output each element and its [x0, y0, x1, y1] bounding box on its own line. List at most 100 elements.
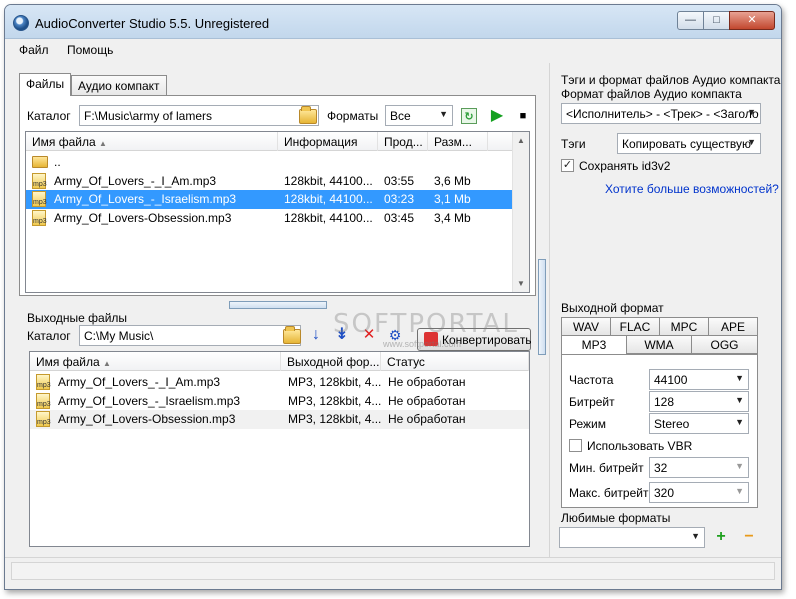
source-list-header: Имя файла ▲ Информация Прод... Разм...: [26, 132, 529, 151]
bitrate-value: 128: [654, 395, 675, 409]
menu-file[interactable]: Файл: [19, 43, 49, 57]
title-bar[interactable]: AudioConverter Studio 5.5. Unregistered …: [5, 5, 781, 39]
tab-mp3[interactable]: MP3: [561, 335, 627, 355]
bitrate-select[interactable]: 128 ▼: [649, 391, 749, 412]
frequency-select[interactable]: 44100 ▼: [649, 369, 749, 390]
max-bitrate-value: 320: [654, 486, 675, 500]
cell-status: Не обработан: [388, 412, 466, 426]
cell-status: Не обработан: [388, 375, 466, 389]
col-output-format[interactable]: Выходной фор...: [281, 352, 381, 371]
cell-info: 128kbit, 44100...: [284, 174, 373, 188]
filename-pattern-select[interactable]: <Исполнитель> - <Трек> - <Заголо ▼: [561, 103, 761, 124]
close-button[interactable]: ✕: [729, 11, 775, 30]
favorite-formats-select[interactable]: ▼: [559, 527, 705, 548]
stop-icon[interactable]: ■: [515, 108, 531, 124]
use-vbr-label: Использовать VBR: [587, 439, 693, 453]
cell-format: MP3, 128kbit, 4...: [288, 412, 382, 426]
frequency-label: Частота: [569, 373, 614, 387]
table-row[interactable]: mp3 Army_Of_Lovers_-_Israelism.mp3 MP3, …: [30, 392, 529, 411]
tab-wma[interactable]: WMA: [626, 335, 692, 354]
col-output-filename-label: Имя файла: [36, 355, 100, 369]
table-row[interactable]: mp3 Army_Of_Lovers-Obsession.mp3 MP3, 12…: [30, 410, 529, 429]
table-row[interactable]: mp3 Army_Of_Lovers_-_I_Am.mp3 MP3, 128kb…: [30, 373, 529, 392]
folder-icon: [32, 156, 48, 168]
tab-flac[interactable]: FLAC: [610, 317, 660, 336]
chevron-down-icon: ▼: [747, 137, 756, 147]
scroll-up-icon[interactable]: ▲: [517, 136, 525, 145]
source-file-list[interactable]: Имя файла ▲ Информация Прод... Разм... .…: [25, 131, 530, 293]
min-bitrate-select[interactable]: 32 ▼: [649, 457, 749, 478]
remove-favorite-icon[interactable]: −: [741, 529, 757, 545]
scroll-down-icon[interactable]: ▼: [517, 279, 525, 288]
max-bitrate-select[interactable]: 320 ▼: [649, 482, 749, 503]
mp3-file-icon: mp3: [32, 173, 47, 189]
vertical-splitter-handle[interactable]: [538, 259, 546, 355]
horizontal-splitter-handle[interactable]: [229, 301, 327, 309]
tab-audio-cd[interactable]: Аудио компакт: [71, 75, 167, 96]
tab-ogg[interactable]: OGG: [691, 335, 758, 354]
status-bar: [5, 557, 781, 589]
output-browse-folder-icon[interactable]: [283, 326, 301, 344]
table-row[interactable]: mp3 Army_Of_Lovers_-_I_Am.mp3 128kbit, 4…: [26, 172, 529, 191]
refresh-icon[interactable]: ↻: [461, 108, 477, 124]
parent-dir-label: ..: [54, 155, 61, 169]
col-filename[interactable]: Имя файла ▲: [26, 132, 278, 151]
minimize-button[interactable]: —: [677, 11, 704, 30]
col-info[interactable]: Информация: [278, 132, 378, 151]
chevron-down-icon: ▼: [747, 107, 756, 117]
mp3-file-icon: mp3: [36, 374, 51, 390]
table-row[interactable]: mp3 Army_Of_Lovers-Obsession.mp3 128kbit…: [26, 209, 529, 228]
keep-id3v2-checkbox[interactable]: ✓: [561, 159, 574, 172]
keep-id3v2-label: Сохранять id3v2: [579, 159, 671, 173]
col-filename[interactable]: Имя файла ▲: [30, 352, 281, 371]
cell-info: 128kbit, 44100...: [284, 211, 373, 225]
use-vbr-checkbox[interactable]: [569, 439, 582, 452]
list-item-parent[interactable]: ..: [26, 153, 529, 172]
mode-value: Stereo: [654, 417, 690, 431]
more-features-link[interactable]: Хотите больше возможностей?: [605, 182, 779, 196]
app-icon: [13, 15, 29, 31]
tab-mpc[interactable]: MPC: [659, 317, 709, 336]
cell-duration: 03:55: [384, 174, 415, 188]
cell-filename: Army_Of_Lovers_-_I_Am.mp3: [58, 375, 221, 389]
tab-files[interactable]: Файлы: [19, 73, 72, 96]
tab-ape[interactable]: APE: [708, 317, 758, 336]
col-status[interactable]: Статус: [381, 352, 529, 371]
tags-label: Тэги: [561, 137, 586, 151]
source-list-scrollbar[interactable]: ▲ ▼: [512, 132, 529, 292]
tags-mode-select[interactable]: Копировать существую ▼: [617, 133, 761, 154]
cell-size: 3,4 Mb: [434, 211, 471, 225]
output-file-list[interactable]: Имя файла ▲ Выходной фор... Статус mp3 A…: [29, 351, 530, 547]
cell-filename: Army_Of_Lovers_-_I_Am.mp3: [54, 174, 217, 188]
watermark-url: www.softportal.com: [383, 339, 462, 349]
menu-help[interactable]: Помощь: [67, 43, 113, 57]
sort-up-icon: ▲: [102, 359, 111, 368]
tags-heading-1: Тэги и формат файлов Аудио компакта: [561, 73, 781, 87]
output-section-title: Выходные файлы: [27, 311, 128, 325]
add-favorite-icon[interactable]: +: [713, 529, 729, 545]
min-bitrate-value: 32: [654, 461, 668, 475]
col-size[interactable]: Разм...: [428, 132, 488, 151]
table-row-selected[interactable]: mp3 Army_Of_Lovers_-_Israelism.mp3 128kb…: [26, 190, 512, 209]
browse-folder-icon[interactable]: [299, 106, 317, 124]
output-catalog-input[interactable]: C:\My Music\: [79, 325, 301, 346]
source-catalog-input[interactable]: F:\Music\army of lamers: [79, 105, 319, 126]
play-icon[interactable]: ▶: [489, 108, 505, 124]
mode-select[interactable]: Stereo ▼: [649, 413, 749, 434]
app-window: AudioConverter Studio 5.5. Unregistered …: [4, 4, 782, 590]
cell-size: 3,1 Mb: [434, 192, 471, 206]
maximize-button[interactable]: □: [703, 11, 730, 30]
chevron-down-icon: ▼: [735, 461, 744, 471]
cell-filename: Army_Of_Lovers-Obsession.mp3: [58, 412, 236, 426]
formats-select-value: Все: [390, 109, 411, 123]
window-title: AudioConverter Studio 5.5. Unregistered: [35, 16, 270, 31]
move-down-icon[interactable]: ↓: [308, 327, 324, 343]
col-duration[interactable]: Прод...: [378, 132, 428, 151]
mp3-file-icon: mp3: [36, 393, 51, 409]
col-filename-label: Имя файла: [32, 135, 96, 149]
formats-select[interactable]: Все ▼: [385, 105, 453, 126]
tab-wav[interactable]: WAV: [561, 317, 611, 336]
min-bitrate-label: Мин. битрейт: [569, 461, 644, 475]
cell-format: MP3, 128kbit, 4...: [288, 375, 382, 389]
cell-duration: 03:23: [384, 192, 415, 206]
